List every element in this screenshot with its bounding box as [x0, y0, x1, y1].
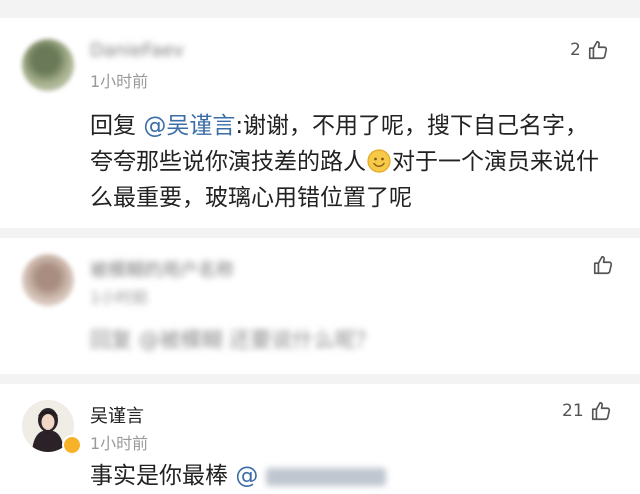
like-button[interactable]: 2 — [570, 39, 609, 61]
avatar[interactable] — [22, 39, 74, 91]
thumb-up-icon — [591, 401, 610, 421]
comment-text: 回复 @被模糊 还要说什么呢？ — [90, 328, 377, 352]
thumb-up-icon — [588, 40, 607, 60]
like-button[interactable]: 21 — [562, 400, 612, 422]
smile-face-icon — [367, 149, 391, 173]
timestamp: 1小时前 — [90, 434, 149, 453]
comment-text: 回复 @吴谨言:谢谢，不用了呢，搜下自己名字，夸夸那些说你演技差的路人 对于一个演… — [90, 113, 599, 211]
comment-text: 事实是你最棒 @ — [90, 458, 610, 494]
thumb-up-icon — [593, 255, 613, 275]
avatar[interactable] — [22, 254, 74, 306]
section-divider — [0, 228, 640, 238]
verified-badge-icon — [62, 435, 82, 455]
username[interactable]: 被模糊的用户名称 — [90, 256, 234, 282]
timestamp: 1小时前 — [90, 72, 149, 91]
username[interactable]: 吴谨言 — [90, 402, 144, 428]
like-button[interactable] — [592, 254, 614, 276]
mention-link[interactable]: @吴谨言 — [143, 113, 235, 139]
section-divider — [0, 374, 640, 384]
mention-link[interactable]: @ — [235, 463, 258, 489]
like-count: 21 — [562, 401, 584, 421]
like-count: 2 — [570, 40, 581, 60]
username[interactable]: DanieFaev — [90, 40, 184, 61]
top-divider — [0, 0, 640, 18]
timestamp: 1小时前 — [90, 288, 149, 307]
